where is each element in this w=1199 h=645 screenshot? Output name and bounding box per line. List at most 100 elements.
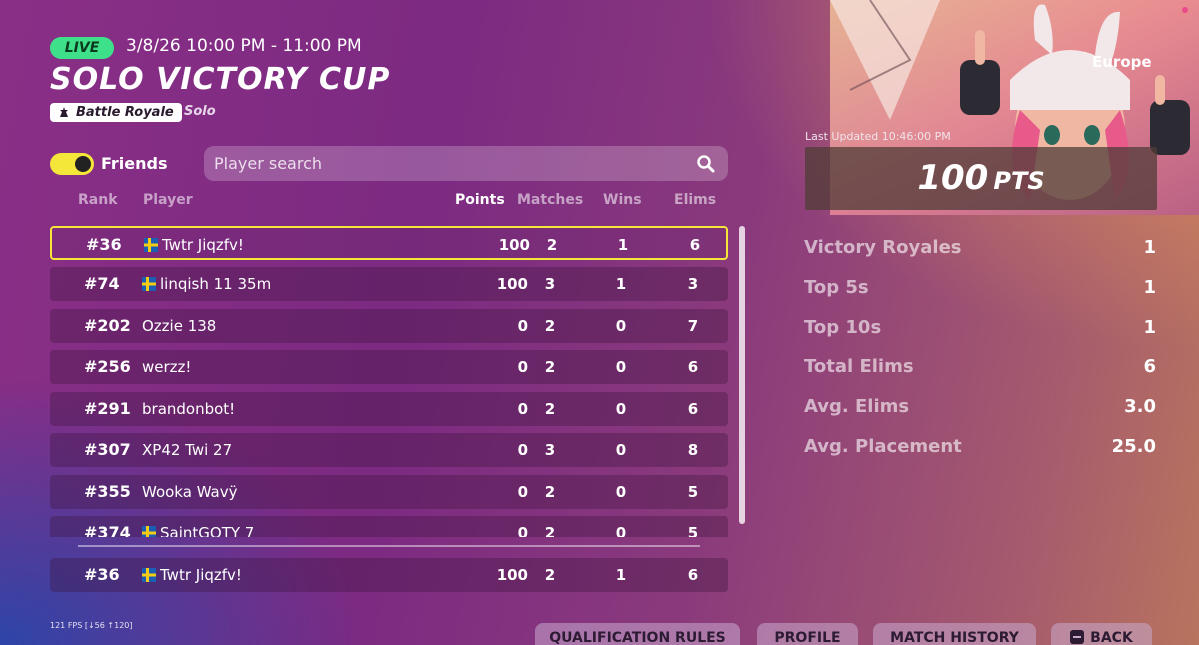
sweden-flag-icon <box>144 238 158 252</box>
table-row[interactable]: #256 werzz! 0 2 0 6 <box>50 350 728 384</box>
row-matches: 2 <box>544 483 556 501</box>
stat-value: 3.0 <box>1124 396 1156 417</box>
row-rank: #36 <box>84 565 120 584</box>
row-matches: 2 <box>546 236 558 254</box>
row-wins: 1 <box>617 236 629 254</box>
header-elims[interactable]: Elims <box>674 192 716 208</box>
live-badge: LIVE <box>50 37 114 59</box>
header-points[interactable]: Points <box>455 192 505 208</box>
row-matches: 2 <box>544 358 556 376</box>
row-points: 0 <box>517 483 528 501</box>
row-player[interactable]: Twtr Jiqzfv! <box>160 558 242 592</box>
row-elims: 6 <box>687 566 699 584</box>
table-row[interactable]: #374 SaintGOTY 7 0 2 0 5 <box>50 516 728 537</box>
table-row[interactable]: #74 linqish 11 35m 100 3 1 3 <box>50 267 728 301</box>
header-rank[interactable]: Rank <box>78 192 118 208</box>
scrollbar-thumb[interactable] <box>739 226 745 524</box>
friends-toggle[interactable] <box>50 153 94 175</box>
stat-value: 25.0 <box>1111 436 1156 457</box>
row-player[interactable]: SaintGOTY 7 <box>160 516 254 537</box>
row-wins: 0 <box>615 317 627 335</box>
row-player[interactable]: Ozzie 138 <box>142 309 216 343</box>
row-player[interactable]: Twtr Jiqzfv! <box>162 228 244 262</box>
row-elims: 6 <box>687 400 699 418</box>
row-elims: 7 <box>687 317 699 335</box>
table-row[interactable]: #202 Ozzie 138 0 2 0 7 <box>50 309 728 343</box>
header-matches[interactable]: Matches <box>517 192 583 208</box>
divider <box>78 545 700 547</box>
region-label: Europe <box>1092 53 1152 71</box>
mode-label: Battle Royale <box>76 105 174 120</box>
stat-label: Top 5s <box>804 277 869 298</box>
stat-label: Top 10s <box>804 317 882 338</box>
table-row[interactable]: #36 Twtr Jiqzfv! 100 2 1 6 <box>50 226 728 260</box>
match-history-button[interactable]: MATCH HISTORY <box>873 623 1036 645</box>
esc-key-icon <box>1070 629 1085 644</box>
row-matches: 2 <box>544 400 556 418</box>
row-rank: #256 <box>84 357 131 376</box>
table-row[interactable]: #307 XP42 Twi 27 0 3 0 8 <box>50 433 728 467</box>
event-title: SOLO VICTORY CUP <box>50 62 391 97</box>
row-rank: #291 <box>84 399 131 418</box>
stat-label: Total Elims <box>804 356 914 377</box>
row-player[interactable]: XP42 Twi 27 <box>142 433 232 467</box>
row-player[interactable]: linqish 11 35m <box>160 267 271 301</box>
table-row[interactable]: #291 brandonbot! 0 2 0 6 <box>50 392 728 426</box>
sweden-flag-icon <box>142 526 156 537</box>
stat-label: Avg. Elims <box>804 396 910 417</box>
row-points: 0 <box>517 400 528 418</box>
row-points: 100 <box>498 236 530 254</box>
row-elims: 5 <box>687 483 699 501</box>
table-row[interactable]: #355 Wooka Wavÿ 0 2 0 5 <box>50 475 728 509</box>
row-elims: 5 <box>687 524 699 537</box>
row-player[interactable]: brandonbot! <box>142 392 235 426</box>
row-wins: 0 <box>615 400 627 418</box>
row-rank: #36 <box>86 235 122 254</box>
points-total: 100 PTS <box>805 147 1157 210</box>
row-player[interactable]: Wooka Wavÿ <box>142 475 238 509</box>
row-rank: #374 <box>84 523 131 537</box>
my-rank-row[interactable]: #36 Twtr Jiqzfv! 100 2 1 6 <box>50 558 728 592</box>
row-elims: 8 <box>687 441 699 459</box>
last-updated: Last Updated 10:46:00 PM <box>805 130 951 143</box>
row-wins: 0 <box>615 524 627 537</box>
row-wins: 1 <box>615 566 627 584</box>
row-wins: 0 <box>615 483 627 501</box>
row-points: 0 <box>517 441 528 459</box>
search-icon[interactable] <box>696 154 716 174</box>
sweden-flag-icon <box>142 277 156 291</box>
row-matches: 3 <box>544 275 556 293</box>
back-button[interactable]: BACK <box>1051 623 1152 645</box>
player-search-input[interactable] <box>214 146 684 181</box>
header-wins[interactable]: Wins <box>603 192 642 208</box>
stat-label: Avg. Placement <box>804 436 962 457</box>
player-search <box>204 146 728 181</box>
row-matches: 2 <box>544 566 556 584</box>
sweden-flag-icon <box>142 568 156 582</box>
row-matches: 2 <box>544 317 556 335</box>
row-matches: 2 <box>544 524 556 537</box>
header-player[interactable]: Player <box>143 192 193 208</box>
qualification-rules-button[interactable]: QUALIFICATION RULES <box>535 623 740 645</box>
stat-value: 1 <box>1143 317 1156 338</box>
row-matches: 3 <box>544 441 556 459</box>
back-label: BACK <box>1090 630 1133 645</box>
battle-royale-icon <box>60 107 68 117</box>
leaderboard-list[interactable]: #36 Twtr Jiqzfv! 100 2 1 6 #74 linqish 1… <box>50 226 730 537</box>
toggle-knob <box>75 156 91 172</box>
row-elims: 6 <box>689 236 701 254</box>
row-points: 0 <box>517 524 528 537</box>
stat-label: Victory Royales <box>804 237 962 258</box>
profile-button[interactable]: PROFILE <box>757 623 858 645</box>
row-points: 100 <box>496 566 528 584</box>
row-player[interactable]: werzz! <box>142 350 191 384</box>
row-elims: 3 <box>687 275 699 293</box>
row-rank: #202 <box>84 316 131 335</box>
stat-value: 6 <box>1143 356 1156 377</box>
row-rank: #355 <box>84 482 131 501</box>
row-wins: 1 <box>615 275 627 293</box>
friends-label: Friends <box>101 154 168 173</box>
row-points: 0 <box>517 358 528 376</box>
stat-value: 1 <box>1143 277 1156 298</box>
points-value: 100 <box>917 158 989 198</box>
